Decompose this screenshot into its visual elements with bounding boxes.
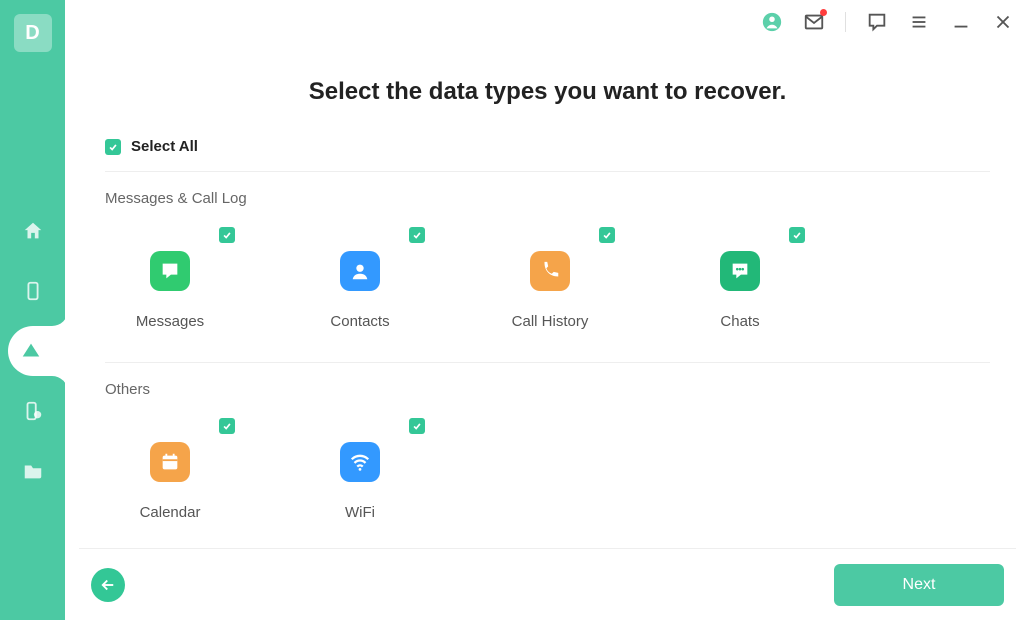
item-label: Chats (720, 313, 759, 330)
sidebar-item-phone[interactable] (8, 266, 58, 316)
check-icon (412, 421, 422, 431)
section-divider (105, 362, 990, 363)
feedback-button[interactable] (866, 11, 888, 33)
item-label: Call History (512, 313, 589, 330)
notification-dot-icon (820, 9, 827, 16)
check-icon (222, 230, 232, 240)
mail-button[interactable] (803, 11, 825, 33)
menu-button[interactable] (908, 11, 930, 33)
titlebar (65, 0, 1030, 44)
contacts-icon (340, 251, 380, 291)
messages-icon (150, 251, 190, 291)
close-button[interactable] (992, 11, 1014, 33)
item-label: WiFi (345, 504, 375, 521)
page-title: Select the data types you want to recove… (105, 78, 990, 106)
item-checkbox[interactable] (219, 227, 235, 243)
check-icon (222, 421, 232, 431)
item-calendar[interactable]: Calendar (105, 418, 235, 521)
item-chats[interactable]: Chats (675, 227, 805, 330)
item-wifi[interactable]: WiFi (295, 418, 425, 521)
app-logo: D (14, 14, 52, 52)
chats-icon (720, 251, 760, 291)
chat-bubble-icon (866, 11, 888, 33)
item-checkbox[interactable] (219, 418, 235, 434)
minimize-icon (950, 11, 972, 33)
item-label: Contacts (330, 313, 389, 330)
folder-icon (22, 460, 44, 482)
home-icon (22, 220, 44, 242)
select-all-checkbox[interactable] (105, 139, 121, 155)
items-grid: Calendar WiFi (105, 410, 990, 545)
item-checkbox[interactable] (409, 227, 425, 243)
check-icon (412, 230, 422, 240)
sidebar-nav (0, 206, 65, 496)
next-button[interactable]: Next (834, 564, 1004, 606)
section-title: Messages & Call Log (105, 190, 990, 207)
call-history-icon (530, 251, 570, 291)
calendar-icon (150, 442, 190, 482)
item-call-history[interactable]: Call History (485, 227, 615, 330)
items-grid: Messages Contacts Call History (105, 219, 990, 354)
item-label: Messages (136, 313, 204, 330)
phone-alert-icon (22, 400, 44, 422)
select-all-label: Select All (131, 138, 198, 155)
item-checkbox[interactable] (789, 227, 805, 243)
titlebar-divider (845, 12, 846, 32)
account-button[interactable] (761, 11, 783, 33)
main-panel: Select the data types you want to recove… (65, 0, 1030, 620)
item-contacts[interactable]: Contacts (295, 227, 425, 330)
select-all-row[interactable]: Select All (105, 138, 990, 172)
phone-icon (22, 280, 44, 302)
minimize-button[interactable] (950, 11, 972, 33)
account-icon (761, 11, 783, 33)
section-title: Others (105, 381, 990, 398)
content-area: Select the data types you want to recove… (65, 44, 1030, 548)
section-messages: Messages & Call Log Messages Contacts (105, 190, 990, 354)
section-others: Others Calendar WiFi (105, 381, 990, 545)
footer: Next (79, 548, 1016, 620)
sidebar-item-home[interactable] (8, 206, 58, 256)
check-icon (602, 230, 612, 240)
back-button[interactable] (91, 568, 125, 602)
item-checkbox[interactable] (409, 418, 425, 434)
sidebar: D (0, 0, 65, 620)
item-messages[interactable]: Messages (105, 227, 235, 330)
sidebar-item-folder[interactable] (8, 446, 58, 496)
item-label: Calendar (140, 504, 201, 521)
check-icon (792, 230, 802, 240)
check-icon (108, 142, 118, 152)
sidebar-item-cloud[interactable] (8, 326, 68, 376)
sidebar-item-phone-alert[interactable] (8, 386, 58, 436)
cloud-icon (20, 340, 42, 362)
item-checkbox[interactable] (599, 227, 615, 243)
close-icon (992, 11, 1014, 33)
wifi-icon (340, 442, 380, 482)
arrow-left-icon (99, 576, 117, 594)
hamburger-icon (908, 11, 930, 33)
